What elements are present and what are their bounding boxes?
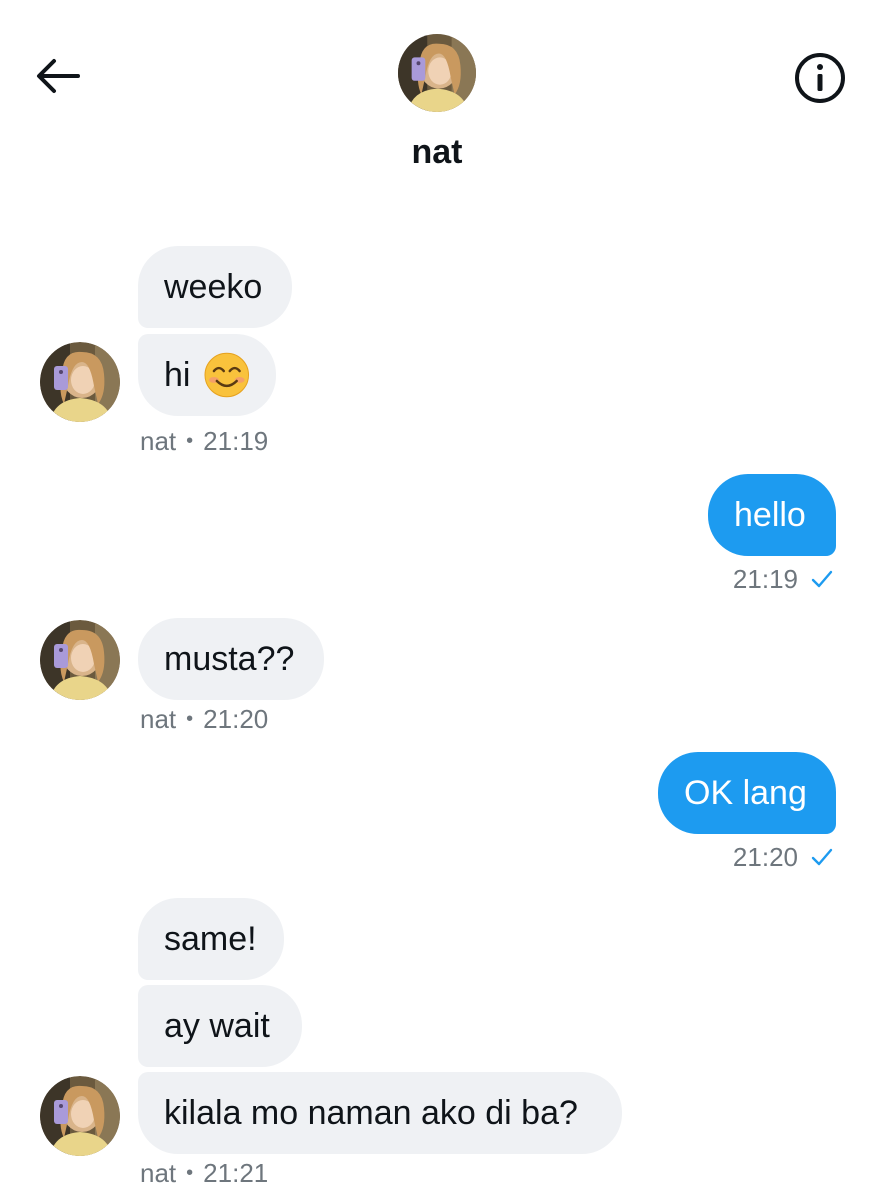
message-meta: 21:20	[600, 842, 834, 872]
conversation-info-button[interactable]	[792, 52, 848, 104]
message-time: 21:19	[203, 426, 269, 456]
sender-avatar[interactable]	[40, 1076, 120, 1156]
message-bubble-outgoing[interactable]: hello	[708, 474, 836, 556]
dm-conversation-screen: nat weeko hi nat • 21:19 hello 21:19 mus…	[0, 0, 874, 1200]
sender-avatar[interactable]	[40, 342, 120, 422]
message-text: same!	[164, 920, 257, 958]
separator-dot: •	[186, 708, 194, 730]
message-text: OK lang	[684, 774, 807, 812]
smiling-face-icon	[204, 352, 250, 398]
sender-avatar[interactable]	[40, 620, 120, 700]
message-bubble-incoming[interactable]: weeko	[138, 246, 292, 328]
sent-check-icon	[811, 848, 833, 866]
separator-dot: •	[186, 430, 194, 452]
message-text: ay wait	[164, 1007, 270, 1045]
message-time: 21:20	[732, 842, 798, 872]
back-button[interactable]	[30, 52, 86, 100]
message-bubble-incoming[interactable]: ay wait	[138, 985, 302, 1067]
sender-name: nat	[140, 704, 177, 734]
message-time: 21:21	[203, 1158, 269, 1188]
info-circle-icon	[795, 53, 845, 103]
message-text: hi	[164, 356, 191, 394]
message-bubble-incoming[interactable]: same!	[138, 898, 284, 980]
message-text: weeko	[164, 268, 263, 306]
message-bubble-outgoing[interactable]: OK lang	[658, 752, 836, 834]
message-bubble-incoming[interactable]: musta??	[138, 618, 324, 700]
message-text: kilala mo naman ako di ba?	[164, 1094, 578, 1132]
sender-name: nat	[140, 426, 177, 456]
separator-dot: •	[186, 1162, 194, 1184]
message-meta: nat • 21:19	[140, 426, 268, 456]
sent-check-icon	[811, 570, 833, 588]
message-meta: nat • 21:20	[140, 704, 268, 734]
message-meta: nat • 21:21	[140, 1158, 268, 1188]
contact-avatar[interactable]	[398, 34, 476, 112]
message-time: 21:19	[732, 564, 798, 594]
contact-name[interactable]: nat	[0, 132, 874, 172]
message-text: musta??	[164, 640, 295, 678]
sender-name: nat	[140, 1158, 177, 1188]
arrow-left-icon	[37, 59, 80, 93]
message-time: 21:20	[203, 704, 269, 734]
message-meta: 21:19	[600, 564, 834, 594]
message-bubble-incoming[interactable]: hi	[138, 334, 276, 416]
message-text: hello	[734, 496, 806, 534]
message-bubble-incoming[interactable]: kilala mo naman ako di ba?	[138, 1072, 622, 1154]
